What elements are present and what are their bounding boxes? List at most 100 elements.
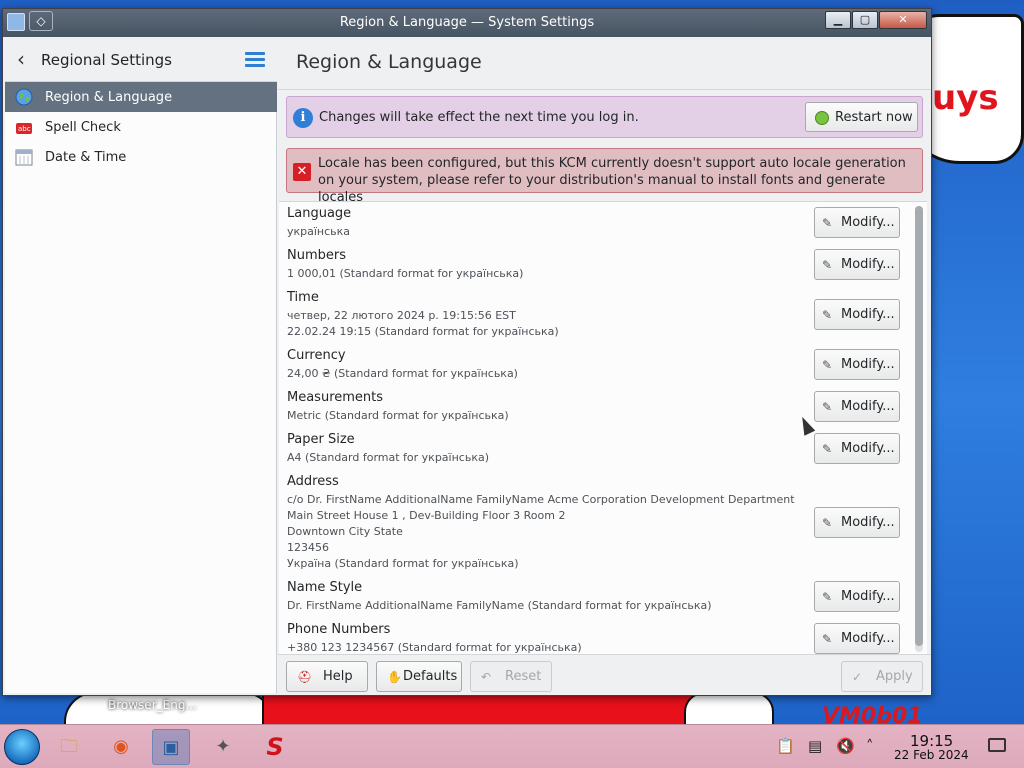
desktop-icon-label[interactable]: Browser_Eng... [108,698,197,712]
setting-value: 24,00 ₴ (Standard format for українська) [287,367,518,380]
setting-value: A4 (Standard format for українська) [287,451,490,464]
system-settings-icon[interactable]: ▣ [152,729,190,765]
pen-icon: ✎ [822,590,833,604]
back-arrow-icon[interactable]: ‹ [17,47,25,71]
defaults-icon: ✋ [387,670,402,684]
calendar-icon [15,149,33,166]
defaults-label: Defaults [403,669,458,684]
sidebar-item-label: Region & Language [45,90,173,105]
setting-label: Phone Numbers [287,622,391,637]
desktop-graphic-right [684,692,774,724]
main-panel: Region & Language i Changes will take ef… [278,37,931,693]
svg-text:abc: abc [18,125,31,133]
pen-icon: ✎ [822,516,833,530]
sidebar-item-label: Spell Check [45,120,121,135]
setting-value: українська [287,225,351,238]
setting-label: Currency [287,348,346,363]
sidebar-item-region-language[interactable]: Region & Language [5,82,277,112]
sidebar-item-label: Date & Time [45,150,127,165]
modify-name-style-button[interactable]: ✎ Modify... [814,581,900,612]
divider [278,89,931,90]
modify-label: Modify... [841,399,895,414]
setting-value: +380 123 1234567 (Standard format for ук… [287,641,582,654]
reset-button[interactable]: ↶ Reset [470,661,552,692]
sidebar-item-date-time[interactable]: Date & Time [5,142,277,172]
pen-icon: ✎ [822,442,833,456]
modify-paper-size-button[interactable]: ✎ Modify... [814,433,900,464]
clipboard-icon[interactable]: 📋 [776,737,795,755]
sidebar-title: Regional Settings [41,51,173,69]
restart-icon [815,111,829,125]
restart-now-button[interactable]: Restart now [805,102,918,132]
apply-label: Apply [876,669,913,684]
modify-label: Modify... [841,257,895,272]
tray-expand-icon[interactable]: ˄ [866,737,874,755]
modify-time-button[interactable]: ✎ Modify... [814,299,900,330]
apply-icon: ✓ [852,670,863,684]
window-title: Region & Language — System Settings [339,15,595,30]
modify-label: Modify... [841,357,895,372]
system-settings-window: ◇ Region & Language — System Settings ▁ … [2,8,932,696]
setting-value: четвер, 22 лютого 2024 р. 19:15:56 EST [287,309,516,322]
error-message-text: Locale has been configured, but this KCM… [318,156,906,205]
defaults-button[interactable]: ✋ Defaults [376,661,462,692]
scrollbar[interactable] [915,206,923,652]
pen-icon: ✎ [822,358,833,372]
modify-language-button[interactable]: ✎ Modify... [814,207,900,238]
help-label: Help [323,669,353,684]
modify-address-button[interactable]: ✎ Modify... [814,507,900,538]
setting-value: Main Street House 1 , Dev-Building Floor… [287,509,566,522]
apply-button[interactable]: ✓ Apply [841,661,923,692]
setting-label: Paper Size [287,432,355,447]
globe-icon [15,88,33,106]
maximize-button[interactable]: ▢ [852,11,878,29]
setting-label: Numbers [287,248,346,263]
close-button[interactable]: ✕ [879,11,927,29]
clock-date[interactable]: 22 Feb 2024 [894,748,969,762]
reset-label: Reset [505,669,542,684]
setting-label: Time [287,290,319,305]
pen-icon: ✎ [822,632,833,646]
pen-icon: ✎ [822,400,833,414]
modify-numbers-button[interactable]: ✎ Modify... [814,249,900,280]
modify-label: Modify... [841,631,895,646]
firefox-icon[interactable]: ◉ [102,729,140,765]
volume-muted-icon[interactable]: 🔇 [836,737,855,755]
info-message: i Changes will take effect the next time… [286,96,923,138]
modify-label: Modify... [841,307,895,322]
desktop-cloud-text: uys [932,78,999,118]
setting-value: Metric (Standard format for українська) [287,409,509,422]
setting-value: 123456 [287,541,329,554]
info-icon: i [293,108,313,128]
setting-label: Language [287,206,352,221]
start-menu-button[interactable] [4,729,40,765]
modify-currency-button[interactable]: ✎ Modify... [814,349,900,380]
error-icon: ✕ [293,163,311,181]
help-button[interactable]: ⛑ Help [286,661,368,692]
modify-measurements-button[interactable]: ✎ Modify... [814,391,900,422]
setting-value: 1 000,01 (Standard format for українська… [287,267,524,280]
restart-now-label: Restart now [835,110,913,125]
page-title: Region & Language [296,51,482,73]
file-manager-icon[interactable]: 🗀 [50,729,88,765]
sidebar-header: ‹ Regional Settings [5,37,277,82]
spell-check-icon: abc [16,123,32,134]
gimp-icon[interactable]: ✦ [204,729,242,765]
error-message: ✕ Locale has been configured, but this K… [286,148,923,205]
modify-label: Modify... [841,589,895,604]
show-desktop-icon[interactable] [988,738,1006,752]
sidebar-item-spell-check[interactable]: abc Spell Check [5,112,277,142]
sidebar: ‹ Regional Settings Region & Language ab… [5,37,277,693]
pen-icon: ✎ [822,308,833,322]
app-s-icon[interactable]: S [256,729,294,765]
title-bar[interactable]: ◇ Region & Language — System Settings ▁ … [3,9,931,37]
setting-value: Україна (Standard format for українська) [287,557,519,570]
scrollbar-thumb[interactable] [915,206,923,646]
setting-label: Address [287,474,339,489]
setting-value: c/o Dr. FirstName AdditionalName FamilyN… [287,493,795,506]
minimize-button[interactable]: ▁ [825,11,851,29]
notifications-icon[interactable]: ▤ [808,737,822,755]
setting-value: Dr. FirstName AdditionalName FamilyName … [287,599,712,612]
modify-phone-numbers-button[interactable]: ✎ Modify... [814,623,900,654]
hamburger-menu-icon[interactable] [245,52,265,67]
